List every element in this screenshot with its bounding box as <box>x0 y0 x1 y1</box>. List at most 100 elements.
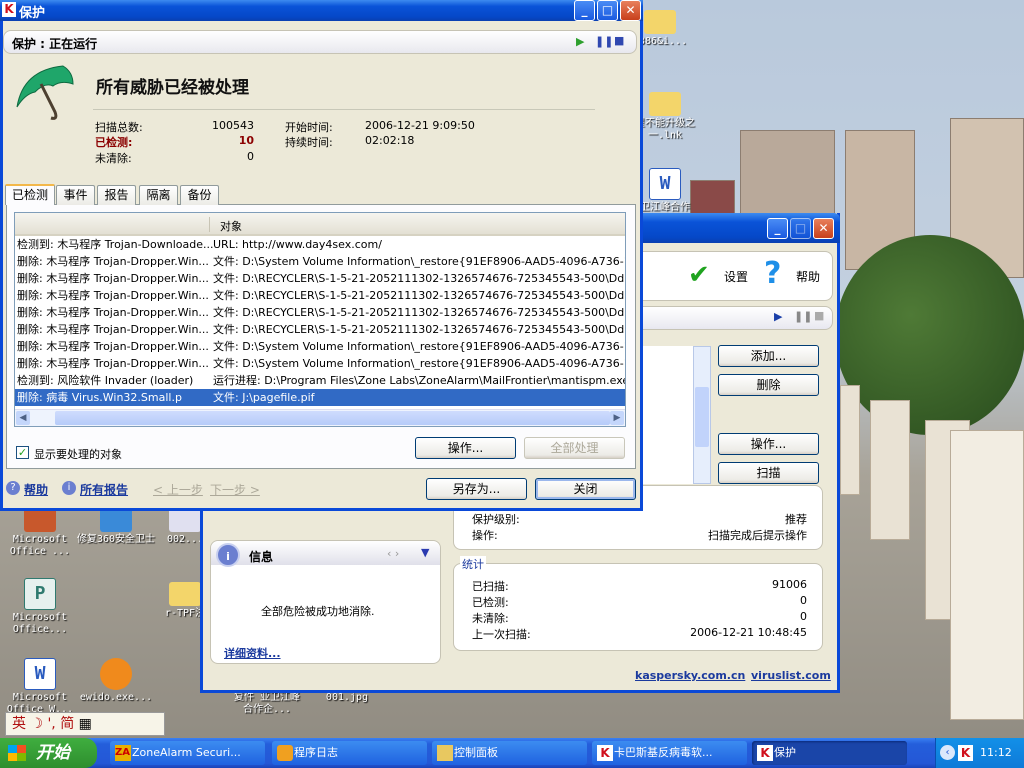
minimize-button[interactable]: _ <box>767 218 788 239</box>
info-text: 全部危险被成功地消除. <box>261 605 375 618</box>
details-link[interactable]: 详细资料... <box>224 645 281 661</box>
info-title: 信息 <box>249 550 274 564</box>
taskbar-item-kaspersky[interactable]: K 卡巴斯基反病毒软... <box>592 741 747 765</box>
system-tray: ‹ K 11:12 <box>935 738 1024 768</box>
kaspersky-link[interactable]: kaspersky.com.cn <box>635 669 745 682</box>
tab-events[interactable]: 事件 <box>56 185 95 205</box>
help-question-icon: ? <box>764 256 782 291</box>
table-row[interactable]: 删除: 木马程序 Trojan-Dropper.Win... 文件: D:\REC… <box>15 321 625 338</box>
taskbar: 开始 ZA ZoneAlarm Securi... 程序日志 控制面板 K 卡巴斯基… <box>0 738 1024 768</box>
threat-status: 删除: 木马程序 Trojan-Dropper.Win... <box>17 306 209 319</box>
pause-icon[interactable]: ❚❚ <box>794 310 812 323</box>
desktop-icon[interactable]: ewido.exe... <box>76 658 156 704</box>
taskbar-item-program-log[interactable]: 程序日志 <box>272 741 427 765</box>
scanned-label: 已扫描: <box>472 580 509 593</box>
threat-object: 运行进程: D:\Program Files\Zone Labs\ZoneAla… <box>213 374 625 387</box>
table-row[interactable]: 删除: 木马程序 Trojan-Dropper.Win... 文件: D:\REC… <box>15 304 625 321</box>
next-step-link: 下一步 > <box>210 483 260 497</box>
checkmark-icon: ✔ <box>688 260 710 290</box>
horizontal-scrollbar[interactable]: ◀ ▶ <box>15 409 625 426</box>
stop-icon[interactable]: ■ <box>614 34 624 47</box>
table-row[interactable]: 检测到: 风险软件 Invader (loader) 运行进程: D:\Progr… <box>15 372 625 389</box>
last-scan-label: 上一次扫描: <box>472 628 531 641</box>
desktop-icon[interactable]: 001.jpg <box>312 692 382 704</box>
table-row[interactable]: 删除: 木马程序 Trojan-Dropper.Win... 文件: D:\Sys… <box>15 338 625 355</box>
taskbar-item-control-panel[interactable]: 控制面板 <box>432 741 587 765</box>
maximize-button[interactable]: □ <box>597 0 618 21</box>
desktop-icon[interactable]: 复件 亚卫江峰合作企... <box>232 692 302 716</box>
delete-button[interactable]: 删除 <box>718 374 819 396</box>
help-link[interactable]: 帮助 <box>796 268 820 285</box>
ime-toolbar[interactable]: 英 ☽ ', 简 ▦ <box>5 712 165 736</box>
scrollbar-thumb[interactable] <box>55 411 610 425</box>
taskbar-item-protection[interactable]: K 保护 <box>752 741 907 765</box>
folder-icon <box>649 92 681 116</box>
tab-backup[interactable]: 备份 <box>180 185 219 205</box>
save-as-button[interactable]: 另存为... <box>426 478 527 500</box>
title-bar[interactable]: K 保护 _ □ ✕ <box>0 0 643 21</box>
desktop-icon[interactable]: P Microsoft Office... <box>0 578 80 636</box>
tab-detected[interactable]: 已检测 <box>5 184 55 205</box>
status-label: 保护 : 正在运行 <box>12 37 98 51</box>
ime-status[interactable]: 英 ☽ ', 简 <box>12 716 74 732</box>
table-header: 对象 <box>15 213 625 236</box>
help-link[interactable]: 帮助 <box>24 481 48 498</box>
background-railing <box>870 400 910 540</box>
background-railing <box>950 430 1024 720</box>
table-row[interactable]: 删除: 木马程序 Trojan-Dropper.Win... 文件: D:\REC… <box>15 287 625 304</box>
table-body: 检测到: 木马程序 Trojan-Downloade... URL: http:/… <box>15 236 625 408</box>
play-icon[interactable]: ▶ <box>576 35 584 48</box>
start-button[interactable]: 开始 <box>0 738 97 768</box>
tab-quarantine[interactable]: 隔离 <box>139 185 178 205</box>
scan-button[interactable]: 扫描 <box>718 462 819 484</box>
minimize-button[interactable]: _ <box>574 0 595 21</box>
actions-button[interactable]: 操作... <box>718 433 819 455</box>
pause-icon[interactable]: ❚❚ <box>595 35 613 48</box>
play-icon[interactable]: ▶ <box>774 310 782 323</box>
dropdown-arrow-icon[interactable]: ▼ <box>421 546 429 559</box>
table-row[interactable]: 删除: 病毒 Virus.Win32.Small.p 文件: J:\pagefil… <box>15 389 625 406</box>
threat-status: 删除: 木马程序 Trojan-Dropper.Win... <box>17 272 209 285</box>
stop-icon[interactable]: ■ <box>814 309 824 322</box>
folder-icon <box>644 10 676 34</box>
scroll-right-icon[interactable]: ▶ <box>610 411 624 425</box>
show-objects-checkbox[interactable]: ✓ <box>16 446 29 459</box>
clock[interactable]: 11:12 <box>980 746 1012 759</box>
table-row[interactable]: 删除: 木马程序 Trojan-Dropper.Win... 文件: D:\REC… <box>15 270 625 287</box>
detected-value: 0 <box>800 594 807 607</box>
tab-reports[interactable]: 报告 <box>97 185 136 205</box>
show-objects-label: 显示要处理的对象 <box>34 448 122 461</box>
viruslist-link[interactable]: viruslist.com <box>751 669 831 682</box>
table-row[interactable]: 检测到: 木马程序 Trojan-Downloade... URL: http:/… <box>15 236 625 253</box>
vertical-scrollbar[interactable] <box>693 346 711 484</box>
threat-status: 检测到: 风险软件 Invader (loader) <box>17 374 194 387</box>
settings-link[interactable]: 设置 <box>724 268 748 285</box>
maximize-button[interactable]: □ <box>790 218 811 239</box>
close-button[interactable]: ✕ <box>620 0 641 21</box>
column-header-status[interactable] <box>15 217 210 232</box>
actions-button[interactable]: 操作... <box>415 437 516 459</box>
prev-arrow-icon[interactable]: ‹ › <box>387 547 399 560</box>
info-icon: i <box>62 481 76 495</box>
keyboard-icon[interactable]: ▦ <box>79 716 92 732</box>
scroll-left-icon[interactable]: ◀ <box>16 411 30 425</box>
all-reports-link[interactable]: 所有报告 <box>80 481 128 498</box>
desktop-icon[interactable]: W Microsoft Office W... <box>0 658 80 716</box>
table-row[interactable]: 删除: 木马程序 Trojan-Dropper.Win... 文件: D:\Sys… <box>15 253 625 270</box>
uncleaned-label: 未清除: <box>95 152 132 165</box>
start-time-label: 开始时间: <box>285 121 333 134</box>
column-header-object[interactable]: 对象 <box>220 218 242 234</box>
uncleaned-value: 0 <box>247 150 254 163</box>
add-button[interactable]: 添加... <box>718 345 819 367</box>
close-button[interactable]: ✕ <box>813 218 834 239</box>
close-dialog-button[interactable]: 关闭 <box>535 478 636 500</box>
show-hidden-icons-button[interactable]: ‹ <box>940 745 955 760</box>
taskbar-item-zonealarm[interactable]: ZA ZoneAlarm Securi... <box>110 741 265 765</box>
threat-status: 删除: 木马程序 Trojan-Dropper.Win... <box>17 357 209 370</box>
table-row[interactable]: 删除: 木马程序 Trojan-Dropper.Win... 文件: D:\Sys… <box>15 355 625 372</box>
windows-logo-icon <box>8 745 26 761</box>
kaspersky-tray-icon[interactable]: K <box>958 745 973 761</box>
threat-object: 文件: D:\RECYCLER\S-1-5-21-2052111302-1326… <box>213 323 625 336</box>
separator <box>93 109 595 110</box>
threat-status: 删除: 木马程序 Trojan-Dropper.Win... <box>17 255 209 268</box>
